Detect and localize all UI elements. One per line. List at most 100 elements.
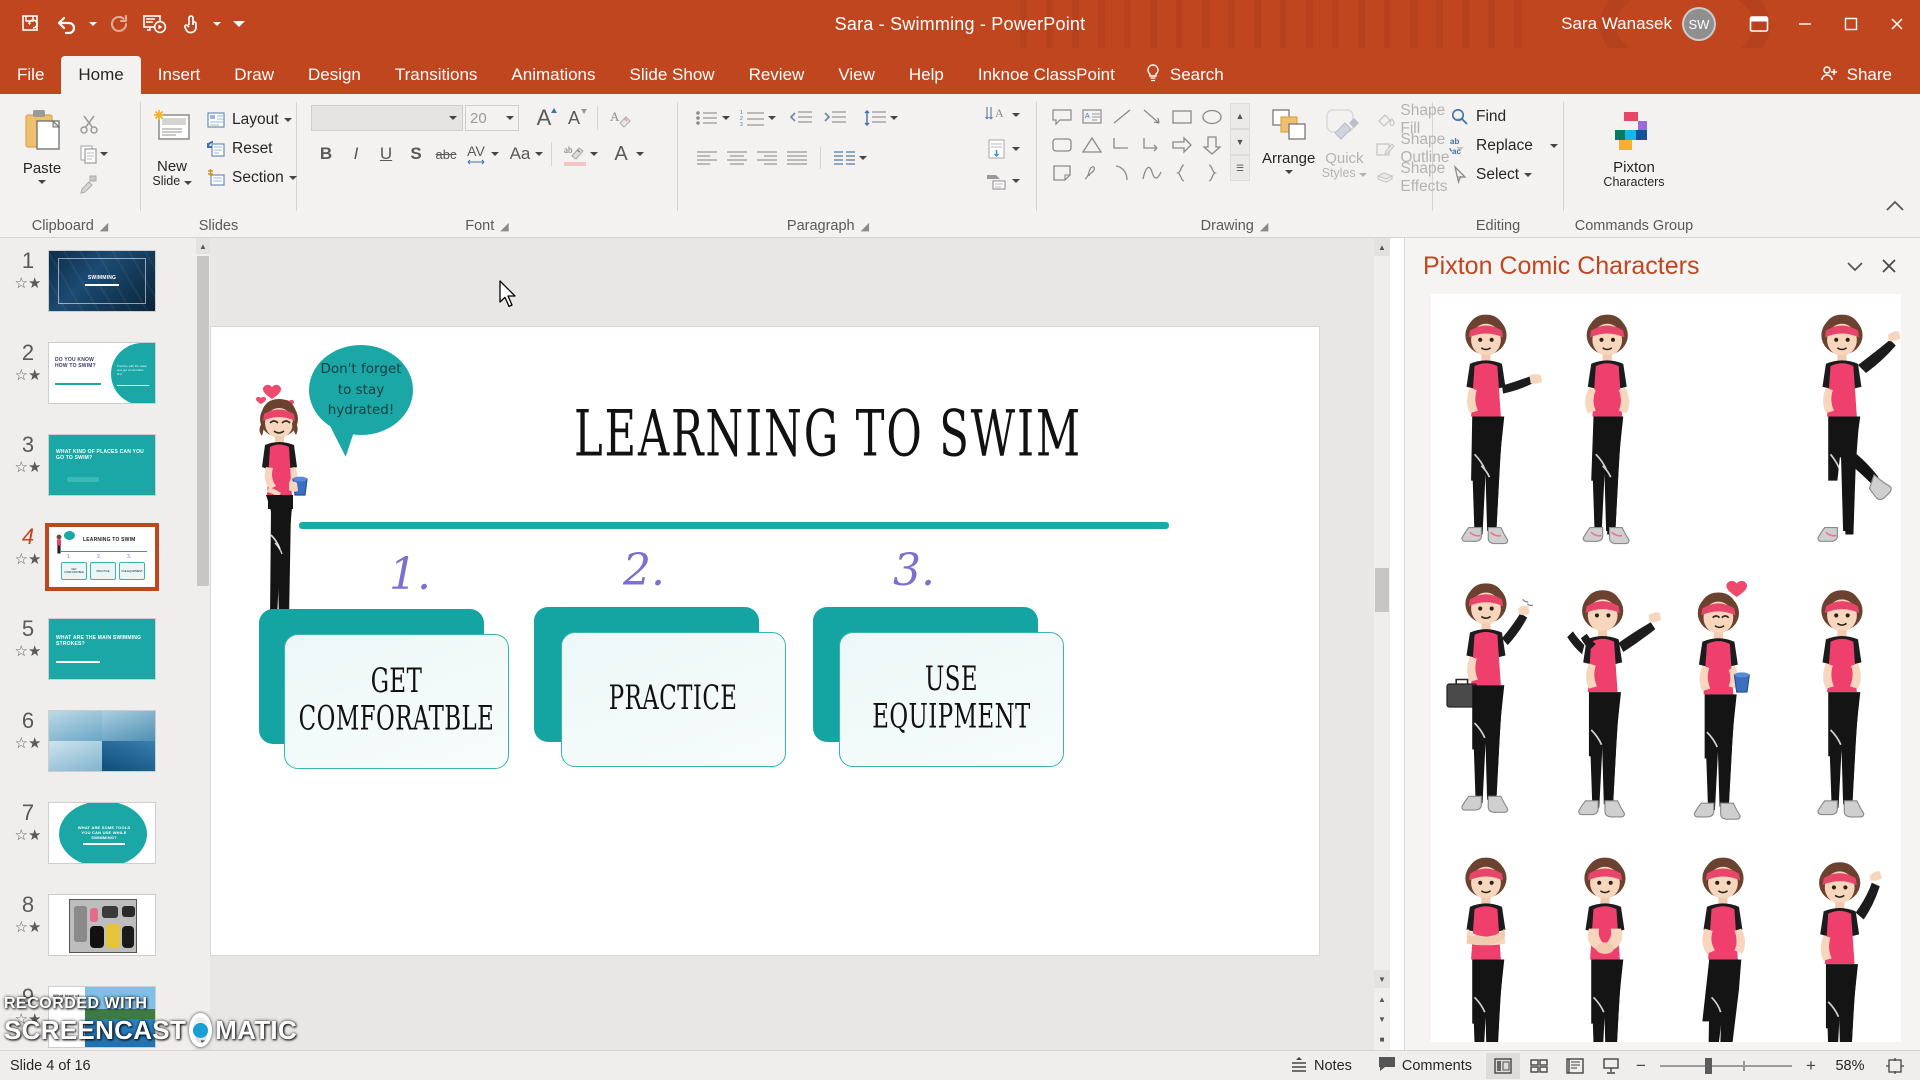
redo-icon[interactable]	[102, 7, 136, 41]
thumbnail-slide-6[interactable]	[48, 710, 156, 772]
slide-show-view-button[interactable]	[1594, 1053, 1628, 1079]
thumbnail-scroll-up-icon[interactable]: ▲	[196, 238, 210, 254]
strikethrough-button[interactable]: abc	[431, 139, 461, 169]
clear-formatting-icon[interactable]: A	[606, 103, 636, 133]
tab-view[interactable]: View	[821, 56, 892, 94]
drawing-dialog-launcher-icon[interactable]: ◢	[1260, 220, 1268, 233]
zoom-level[interactable]: 58%	[1824, 1058, 1876, 1074]
align-text-dropdown-icon[interactable]	[1012, 147, 1020, 151]
shapes-scroll-down-icon[interactable]: ▼	[1230, 129, 1250, 155]
character-spacing-dropdown-icon[interactable]	[491, 152, 499, 156]
layout-dropdown-icon[interactable]	[283, 117, 292, 122]
underline-button[interactable]: U	[371, 139, 401, 169]
thumbnail-item[interactable]: 1 ☆★ SWIMMING	[0, 238, 196, 330]
comments-button[interactable]: Comments	[1366, 1051, 1484, 1080]
pixton-character-cell[interactable]	[1549, 836, 1664, 1042]
step-number-3[interactable]: 3.	[893, 545, 935, 596]
copy-icon[interactable]	[78, 139, 100, 169]
next-slide-icon[interactable]: ▼	[1374, 1010, 1390, 1028]
thumbnail-slide-8[interactable]	[48, 894, 156, 956]
text-highlight-dropdown-icon[interactable]	[590, 152, 598, 156]
tab-help[interactable]: Help	[892, 56, 961, 94]
share-button[interactable]: Share	[1806, 56, 1906, 94]
paste-dropdown-icon[interactable]	[38, 179, 46, 184]
font-name-input[interactable]	[311, 105, 463, 131]
paragraph-dialog-launcher-icon[interactable]: ◢	[861, 220, 869, 233]
thumbnail-scrollbar[interactable]: ▲ ▼	[196, 238, 210, 1050]
save-icon[interactable]	[14, 7, 48, 41]
thumbnail-item[interactable]: 5 ☆★ WHAT ARE THE MAIN SWIMMING STROKES?	[0, 606, 196, 698]
restore-icon[interactable]	[1828, 0, 1874, 48]
replace-dropdown-icon[interactable]	[1549, 143, 1558, 148]
zoom-out-button[interactable]: −	[1630, 1056, 1652, 1076]
thumbnail-item[interactable]: 7 ☆★ WHAT ARE SOME TOOLS YOU CAN USE WHI…	[0, 790, 196, 882]
thumbnail-item[interactable]: 8 ☆★	[0, 882, 196, 974]
pixton-character-cell[interactable]	[1431, 294, 1546, 562]
section-dropdown-icon[interactable]	[288, 175, 297, 180]
ribbon-collapse-button[interactable]	[1884, 94, 1920, 237]
canvas-scroll-up-icon[interactable]: ▲	[1374, 238, 1390, 256]
pixton-characters-button[interactable]: Pixton Characters	[1579, 104, 1689, 189]
thumbnail-slide-5[interactable]: WHAT ARE THE MAIN SWIMMING STROKES?	[48, 618, 156, 680]
slide-canvas-area[interactable]: Don't forget to stay hydrated! LEARNING …	[210, 238, 1380, 1050]
font-size-input[interactable]: 20	[465, 105, 519, 131]
pixton-character-cell[interactable]	[1431, 836, 1546, 1042]
align-center-icon[interactable]	[722, 143, 752, 173]
search-box[interactable]: Search	[1132, 56, 1236, 94]
tab-home[interactable]: Home	[61, 56, 141, 94]
tab-transitions[interactable]: Transitions	[378, 56, 495, 94]
tab-inknoe-classpoint[interactable]: Inknoe ClassPoint	[961, 56, 1132, 94]
copy-dropdown-icon[interactable]	[100, 152, 108, 156]
pixton-character-cell[interactable]	[1668, 565, 1783, 833]
close-icon[interactable]	[1874, 0, 1920, 48]
tab-review[interactable]: Review	[732, 56, 822, 94]
line-spacing-dropdown-icon[interactable]	[890, 116, 898, 120]
change-case-button[interactable]: Aa	[505, 139, 535, 169]
pixton-character-cell[interactable]	[1549, 565, 1664, 833]
thumbnail-item[interactable]: 6 ☆★	[0, 698, 196, 790]
slide-divider-line[interactable]	[299, 522, 1169, 529]
columns-dropdown-icon[interactable]	[859, 156, 867, 160]
speech-bubble[interactable]: Don't forget to stay hydrated!	[309, 345, 413, 435]
cut-icon[interactable]	[78, 109, 100, 139]
bold-button[interactable]: B	[311, 139, 341, 169]
slide-title[interactable]: LEARNING TO SWIM	[574, 397, 1080, 471]
thumbnail-item[interactable]: 9 ☆★ What kind of pool	[0, 974, 196, 1050]
customize-qat-icon[interactable]	[226, 7, 252, 41]
select-dropdown-icon[interactable]	[1524, 172, 1533, 177]
shapes-gallery-scrollbar[interactable]: ▲ ▼ ☰	[1230, 103, 1250, 181]
arrange-dropdown-icon[interactable]	[1284, 169, 1293, 174]
reading-view-button[interactable]	[1558, 1053, 1592, 1079]
justify-icon[interactable]	[782, 143, 812, 173]
text-direction-dropdown-icon[interactable]	[1012, 113, 1020, 117]
text-shadow-button[interactable]: S	[401, 139, 431, 169]
pixton-comic-characters-panel[interactable]: Pixton Comic Characters	[1404, 238, 1920, 1050]
canvas-vertical-scrollbar[interactable]: ▲ ▼ ▲ ▼ ■	[1374, 238, 1390, 1050]
thumbnail-slide-9[interactable]: What kind of pool	[48, 986, 156, 1048]
canvas-scrollbar-thumb[interactable]	[1375, 568, 1389, 612]
zoom-slider-handle[interactable]	[1704, 1057, 1712, 1074]
back-to-previous-icon[interactable]: ■	[1374, 1030, 1390, 1048]
thumbnail-scrollbar-thumb[interactable]	[197, 256, 209, 586]
thumbnail-slide-7[interactable]: WHAT ARE SOME TOOLS YOU CAN USE WHILE SW…	[48, 802, 156, 864]
numbering-dropdown-icon[interactable]	[768, 116, 776, 120]
reset-button[interactable]: Reset	[201, 134, 301, 163]
undo-dropdown-icon[interactable]	[86, 7, 100, 41]
align-left-icon[interactable]	[692, 143, 722, 173]
clipboard-dialog-launcher-icon[interactable]: ◢	[100, 220, 108, 233]
line-spacing-icon[interactable]	[860, 103, 890, 133]
columns-icon[interactable]	[829, 143, 859, 173]
tab-insert[interactable]: Insert	[141, 56, 218, 94]
numbering-icon[interactable]: 123	[738, 103, 768, 133]
font-color-button[interactable]: A	[606, 139, 636, 169]
shapes-more-icon[interactable]: ☰	[1230, 155, 1250, 181]
thumbnail-slide-4[interactable]: LEARNING TO SWIM 1. 2. 3. GET COMFORATBL…	[45, 523, 159, 591]
touch-mode-dropdown-icon[interactable]	[210, 7, 224, 41]
character-spacing-button[interactable]: AV	[461, 139, 491, 169]
thumbnail-item[interactable]: 3 ☆★ WHAT KIND OF PLACES CAN YOU GO TO S…	[0, 422, 196, 514]
align-right-icon[interactable]	[752, 143, 782, 173]
section-button[interactable]: Section	[201, 163, 301, 192]
format-painter-icon[interactable]	[78, 169, 100, 199]
step-card-2[interactable]: PRACTICE	[561, 632, 786, 767]
bullets-dropdown-icon[interactable]	[722, 116, 730, 120]
